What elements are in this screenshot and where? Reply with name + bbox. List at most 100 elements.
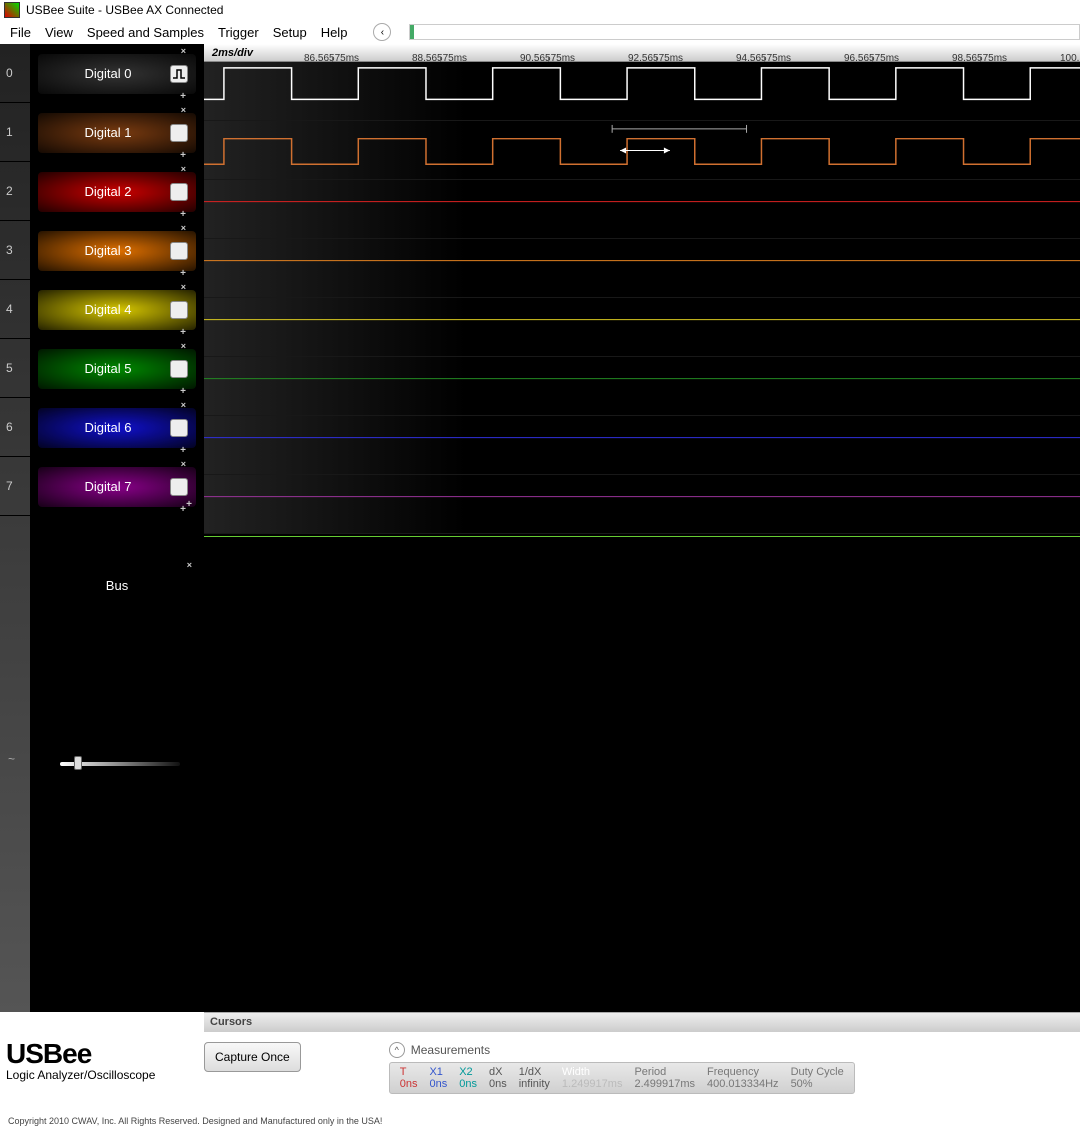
measurements-panel: ^ Measurements T0nsX10nsX20nsdX0ns1/dXin… bbox=[389, 1042, 855, 1094]
menu-view[interactable]: View bbox=[45, 25, 73, 40]
nav-prev-button[interactable]: ‹ bbox=[373, 23, 391, 41]
measurement-value: 2.499917ms bbox=[634, 1078, 695, 1090]
channel-row[interactable]: × Digital 1 + bbox=[30, 103, 204, 162]
channel-label: Digital 1 bbox=[46, 125, 170, 140]
channel-trigger-button[interactable] bbox=[170, 301, 188, 319]
waveform-row[interactable] bbox=[204, 416, 1080, 475]
measurement-value: 0ns bbox=[459, 1078, 477, 1090]
waveform-row[interactable] bbox=[204, 298, 1080, 357]
menu-help[interactable]: Help bbox=[321, 25, 348, 40]
menu-speed[interactable]: Speed and Samples bbox=[87, 25, 204, 40]
channel-trigger-button[interactable] bbox=[170, 124, 188, 142]
measurement-value: 0ns bbox=[489, 1078, 507, 1090]
measurement-label: 1/dX bbox=[519, 1066, 550, 1078]
channel-close-icon[interactable]: × bbox=[181, 400, 186, 410]
channel-row[interactable]: × Digital 4 + bbox=[30, 280, 204, 339]
channel-trigger-button[interactable] bbox=[170, 478, 188, 496]
menu-setup[interactable]: Setup bbox=[273, 25, 307, 40]
channel-trigger-button[interactable] bbox=[170, 419, 188, 437]
channel-close-icon[interactable]: × bbox=[181, 105, 186, 115]
brand: USBee Logic Analyzer/Oscilloscope bbox=[6, 1038, 196, 1082]
channel-label: Digital 2 bbox=[46, 184, 170, 199]
bus-add-icon[interactable]: + bbox=[186, 499, 192, 510]
waveform-row[interactable] bbox=[204, 475, 1080, 534]
channel-row[interactable]: × Digital 5 + bbox=[30, 339, 204, 398]
channel-row[interactable]: × Digital 2 + bbox=[30, 162, 204, 221]
measurement-label: T bbox=[400, 1066, 418, 1078]
channel-close-icon[interactable]: × bbox=[181, 282, 186, 292]
channel-number: 1 bbox=[0, 103, 30, 162]
measurement-column: X10ns bbox=[429, 1066, 447, 1090]
channel-add-icon[interactable]: + bbox=[180, 209, 186, 220]
channel-add-icon[interactable]: + bbox=[180, 150, 186, 161]
bus-close-icon[interactable]: × bbox=[187, 560, 192, 570]
channel-label: Digital 0 bbox=[46, 66, 170, 81]
channel-row[interactable]: × Digital 7 + bbox=[30, 457, 204, 516]
bus-waveform[interactable] bbox=[204, 534, 1080, 1009]
measurements-toggle-icon[interactable]: ^ bbox=[389, 1042, 405, 1058]
channel-label: Digital 7 bbox=[46, 479, 170, 494]
channel-add-icon[interactable]: + bbox=[180, 445, 186, 456]
waveform-row[interactable] bbox=[204, 121, 1080, 180]
measurement-value: 0ns bbox=[429, 1078, 447, 1090]
brand-name: USBee bbox=[6, 1038, 196, 1070]
measurement-value: 1.249917ms bbox=[562, 1078, 623, 1090]
measurements-title: Measurements bbox=[411, 1043, 490, 1057]
time-ruler[interactable]: 2ms/div 86.56575ms88.56575ms90.56575ms92… bbox=[204, 44, 1080, 62]
measurement-column: X20ns bbox=[459, 1066, 477, 1090]
timebase-label: 2ms/div bbox=[204, 47, 304, 59]
waveform-row[interactable] bbox=[204, 357, 1080, 416]
channel-close-icon[interactable]: × bbox=[181, 459, 186, 469]
channel-trigger-button[interactable] bbox=[170, 65, 188, 83]
waveform-row[interactable] bbox=[204, 239, 1080, 298]
waveform-row[interactable] bbox=[204, 62, 1080, 121]
channel-trigger-button[interactable] bbox=[170, 360, 188, 378]
measurement-label: X1 bbox=[429, 1066, 447, 1078]
measurement-column: Period2.499917ms bbox=[634, 1066, 695, 1090]
channel-row[interactable]: × Digital 3 + bbox=[30, 221, 204, 280]
channel-add-icon[interactable]: + bbox=[180, 504, 186, 515]
channel-close-icon[interactable]: × bbox=[181, 46, 186, 56]
measurement-value: 50% bbox=[791, 1078, 844, 1090]
waveform-row[interactable] bbox=[204, 180, 1080, 239]
channel-add-icon[interactable]: + bbox=[180, 91, 186, 102]
channel-trigger-button[interactable] bbox=[170, 183, 188, 201]
main-area: 01234567 × Digital 0 +× Digital 1 +× Dig… bbox=[0, 44, 1080, 1012]
bus-label: Bus bbox=[30, 578, 204, 593]
channel-trigger-button[interactable] bbox=[170, 242, 188, 260]
measurement-column: dX0ns bbox=[489, 1066, 507, 1090]
menu-trigger[interactable]: Trigger bbox=[218, 25, 259, 40]
measurement-value: 400.013334Hz bbox=[707, 1078, 779, 1090]
measurement-label: Frequency bbox=[707, 1066, 779, 1078]
measurement-label: dX bbox=[489, 1066, 507, 1078]
channel-label: Digital 3 bbox=[46, 243, 170, 258]
measurement-label: Period bbox=[634, 1066, 695, 1078]
copyright-text: Copyright 2010 CWAV, Inc. All Rights Res… bbox=[8, 1116, 382, 1126]
channel-add-icon[interactable]: + bbox=[180, 386, 186, 397]
channel-close-icon[interactable]: × bbox=[181, 341, 186, 351]
app-icon bbox=[4, 2, 20, 18]
menu-file[interactable]: File bbox=[10, 25, 31, 40]
measurement-value: 0ns bbox=[400, 1078, 418, 1090]
channel-close-icon[interactable]: × bbox=[181, 223, 186, 233]
measurement-label: X2 bbox=[459, 1066, 477, 1078]
brand-subtitle: Logic Analyzer/Oscilloscope bbox=[6, 1068, 196, 1082]
channel-number: 5 bbox=[0, 339, 30, 398]
window-title: USBee Suite - USBee AX Connected bbox=[26, 3, 223, 17]
channel-close-icon[interactable]: × bbox=[181, 164, 186, 174]
waveform-area[interactable] bbox=[204, 62, 1080, 1012]
waveform-panel: 2ms/div 86.56575ms88.56575ms90.56575ms92… bbox=[204, 44, 1080, 1012]
channel-add-icon[interactable]: + bbox=[180, 327, 186, 338]
channel-number: 3 bbox=[0, 221, 30, 280]
cursors-bar[interactable]: Cursors bbox=[204, 1012, 1080, 1032]
channel-label: Digital 5 bbox=[46, 361, 170, 376]
channel-add-icon[interactable]: + bbox=[180, 268, 186, 279]
channel-label: Digital 6 bbox=[46, 420, 170, 435]
measurement-column: Width1.249917ms bbox=[562, 1066, 623, 1090]
measurement-column: 1/dXinfinity bbox=[519, 1066, 550, 1090]
bus-slider[interactable] bbox=[60, 756, 180, 770]
channel-row[interactable]: × Digital 6 + bbox=[30, 398, 204, 457]
channel-row[interactable]: × Digital 0 + bbox=[30, 44, 204, 103]
capture-once-button[interactable]: Capture Once bbox=[204, 1042, 301, 1072]
nav-scroll[interactable] bbox=[409, 24, 1080, 40]
